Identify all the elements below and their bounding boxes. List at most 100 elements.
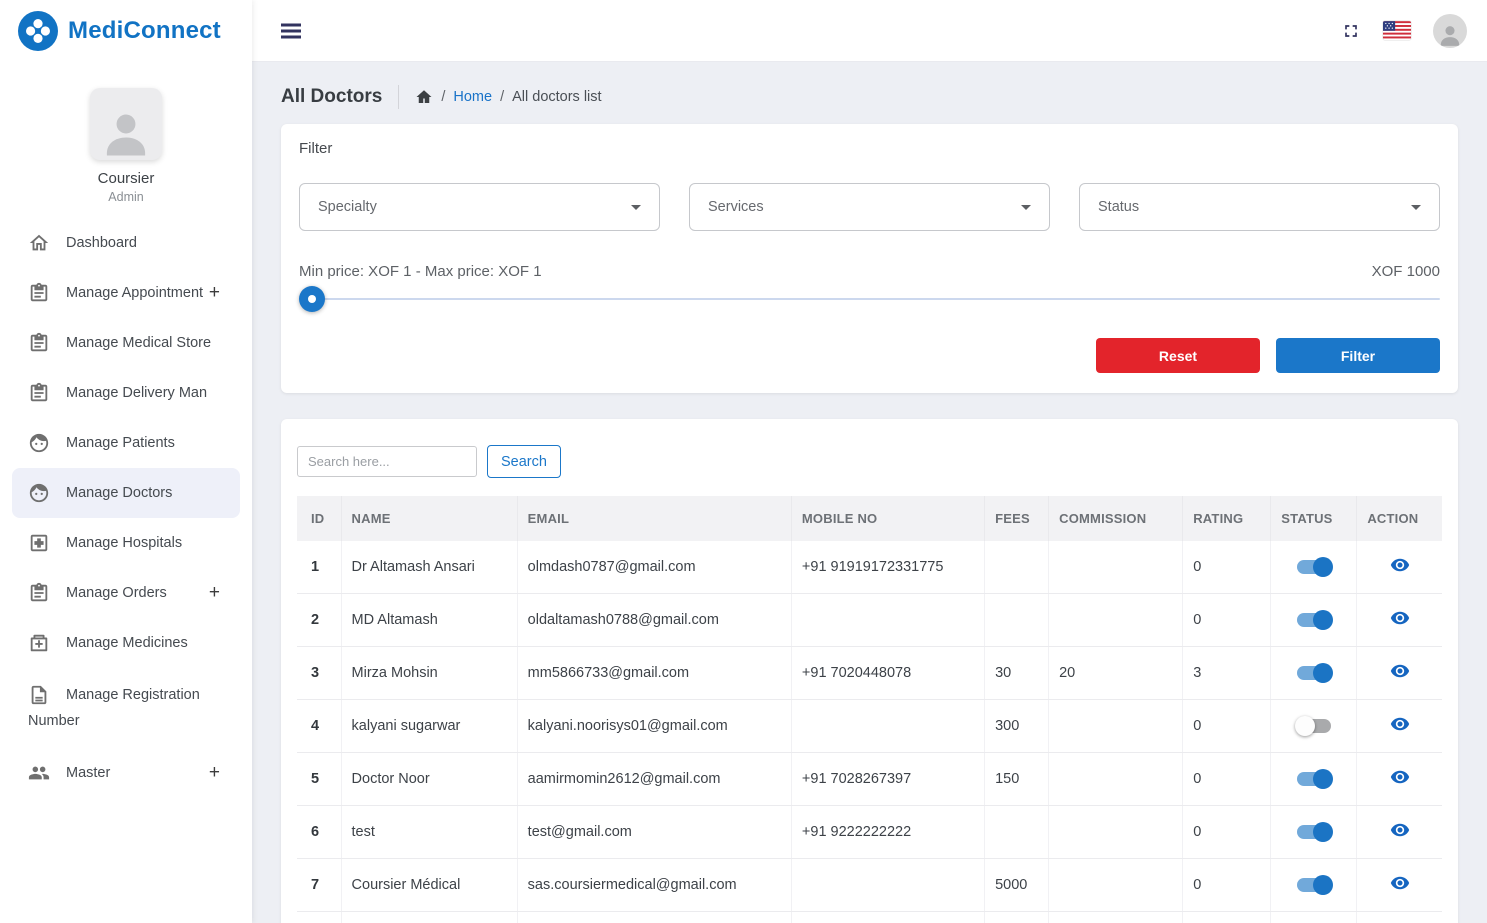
- sidebar-item-manage-medical-store[interactable]: Manage Medical Store: [12, 318, 240, 368]
- menu-toggle-icon[interactable]: [280, 20, 302, 42]
- cell-fees: [985, 806, 1049, 859]
- status-toggle[interactable]: [1297, 719, 1331, 733]
- table-row: 6testtest@gmail.com+91 92222222220: [297, 806, 1442, 859]
- search-input[interactable]: [297, 446, 477, 477]
- sidebar-item-manage-hospitals[interactable]: Manage Hospitals: [12, 518, 240, 568]
- services-select[interactable]: Services: [689, 183, 1050, 231]
- cell-action: [1357, 541, 1442, 594]
- face-icon: [28, 482, 50, 504]
- table-row: 2MD Altamasholdaltamash0788@gmail.com0: [297, 594, 1442, 647]
- status-select[interactable]: Status: [1079, 183, 1440, 231]
- reset-button[interactable]: Reset: [1096, 338, 1260, 373]
- people-icon: [28, 762, 50, 784]
- status-toggle[interactable]: [1297, 878, 1331, 892]
- table-row: 5Doctor Nooraamirmomin2612@gmail.com+91 …: [297, 753, 1442, 806]
- cell-fees: 300: [985, 700, 1049, 753]
- column-header-commission: COMMISSION: [1049, 496, 1183, 541]
- column-header-rating: RATING: [1183, 496, 1271, 541]
- search-button[interactable]: Search: [487, 445, 561, 478]
- sidebar-item-label: Dashboard: [66, 235, 137, 251]
- breadcrumb-separator: /: [441, 89, 445, 105]
- sidebar-item-label: Manage Hospitals: [66, 535, 182, 551]
- filter-button[interactable]: Filter: [1276, 338, 1440, 373]
- cell-mobile: [791, 700, 984, 753]
- cell-mobile: +91 7020448078: [791, 647, 984, 700]
- cell-action: [1357, 594, 1442, 647]
- status-toggle[interactable]: [1297, 772, 1331, 786]
- column-header-action: ACTION: [1357, 496, 1442, 541]
- expand-plus-icon[interactable]: +: [209, 282, 224, 304]
- breadcrumb-home-link[interactable]: Home: [453, 89, 492, 105]
- table-row: 8testtest@gmail.com+91 78945612300: [297, 912, 1442, 923]
- cell-action: [1357, 859, 1442, 912]
- us-flag-icon[interactable]: [1383, 21, 1411, 40]
- sidebar-item-manage-patients[interactable]: Manage Patients: [12, 418, 240, 468]
- chevron-down-icon: [1021, 205, 1031, 210]
- app-logo[interactable]: MediConnect: [0, 0, 252, 62]
- cell-email: test@gmail.com: [517, 912, 791, 923]
- sidebar-item-manage-registration-number[interactable]: Manage Registration Number: [12, 668, 240, 748]
- profile-avatar: [90, 88, 162, 160]
- expand-plus-icon[interactable]: +: [209, 762, 224, 784]
- view-doctor-eye-icon[interactable]: [1390, 714, 1410, 734]
- view-doctor-eye-icon[interactable]: [1390, 608, 1410, 628]
- status-toggle[interactable]: [1297, 666, 1331, 680]
- view-doctor-eye-icon[interactable]: [1390, 873, 1410, 893]
- specialty-select[interactable]: Specialty: [299, 183, 660, 231]
- doctors-table-panel: Search IDNAMEEMAILMOBILE NOFEESCOMMISSIO…: [281, 419, 1458, 923]
- sidebar-item-manage-doctors[interactable]: Manage Doctors: [12, 468, 240, 518]
- cell-id: 5: [297, 753, 341, 806]
- cell-rating: 0: [1183, 541, 1271, 594]
- status-toggle[interactable]: [1297, 613, 1331, 627]
- toggle-knob: [1313, 610, 1333, 630]
- cell-rating: 0: [1183, 594, 1271, 647]
- view-doctor-eye-icon[interactable]: [1390, 661, 1410, 681]
- specialty-select-label: Specialty: [318, 199, 377, 215]
- document-icon: [28, 684, 50, 706]
- view-doctor-eye-icon[interactable]: [1390, 555, 1410, 575]
- table-search-row: Search: [297, 445, 1442, 478]
- toggle-knob: [1313, 822, 1333, 842]
- profile-role: Admin: [0, 190, 252, 204]
- cell-status: [1271, 753, 1357, 806]
- doctors-table: IDNAMEEMAILMOBILE NOFEESCOMMISSIONRATING…: [297, 496, 1442, 923]
- view-doctor-eye-icon[interactable]: [1390, 820, 1410, 840]
- sidebar-item-manage-delivery-man[interactable]: Manage Delivery Man: [12, 368, 240, 418]
- breadcrumb-current: All doctors list: [512, 89, 601, 105]
- status-toggle[interactable]: [1297, 825, 1331, 839]
- filter-title: Filter: [299, 140, 1440, 157]
- cell-status: [1271, 912, 1357, 923]
- cell-commission: [1049, 912, 1183, 923]
- toggle-knob: [1313, 663, 1333, 683]
- price-slider-track[interactable]: [303, 298, 1440, 300]
- toggle-knob: [1295, 716, 1315, 736]
- cell-action: [1357, 753, 1442, 806]
- cell-rating: 0: [1183, 806, 1271, 859]
- sidebar-profile: Coursier Admin: [0, 62, 252, 204]
- cell-commission: [1049, 859, 1183, 912]
- cell-name: Mirza Mohsin: [341, 647, 517, 700]
- sidebar-item-manage-appointment[interactable]: Manage Appointment+: [12, 268, 240, 318]
- hospital-icon: [28, 532, 50, 554]
- sidebar-item-dashboard[interactable]: Dashboard: [12, 218, 240, 268]
- cell-id: 6: [297, 806, 341, 859]
- services-select-label: Services: [708, 199, 764, 215]
- status-toggle[interactable]: [1297, 560, 1331, 574]
- sidebar-item-manage-medicines[interactable]: Manage Medicines: [12, 618, 240, 668]
- filter-panel: Filter Specialty Services Status: [281, 124, 1458, 393]
- cell-fees: [985, 912, 1049, 923]
- price-slider-handle[interactable]: [299, 286, 325, 312]
- fullscreen-icon[interactable]: [1341, 21, 1361, 41]
- column-header-name: NAME: [341, 496, 517, 541]
- cell-id: 8: [297, 912, 341, 923]
- view-doctor-eye-icon[interactable]: [1390, 767, 1410, 787]
- expand-plus-icon[interactable]: +: [209, 582, 224, 604]
- sidebar-item-label: Manage Delivery Man: [66, 385, 207, 401]
- user-avatar[interactable]: [1433, 14, 1467, 48]
- cell-email: mm5866733@gmail.com: [517, 647, 791, 700]
- home-icon[interactable]: [415, 88, 433, 106]
- page-title: All Doctors: [281, 86, 382, 108]
- app-root: MediConnect Coursier Admin Dashboard Mana…: [0, 0, 1487, 923]
- sidebar-item-manage-orders[interactable]: Manage Orders+: [12, 568, 240, 618]
- sidebar-item-master[interactable]: Master+: [12, 748, 240, 798]
